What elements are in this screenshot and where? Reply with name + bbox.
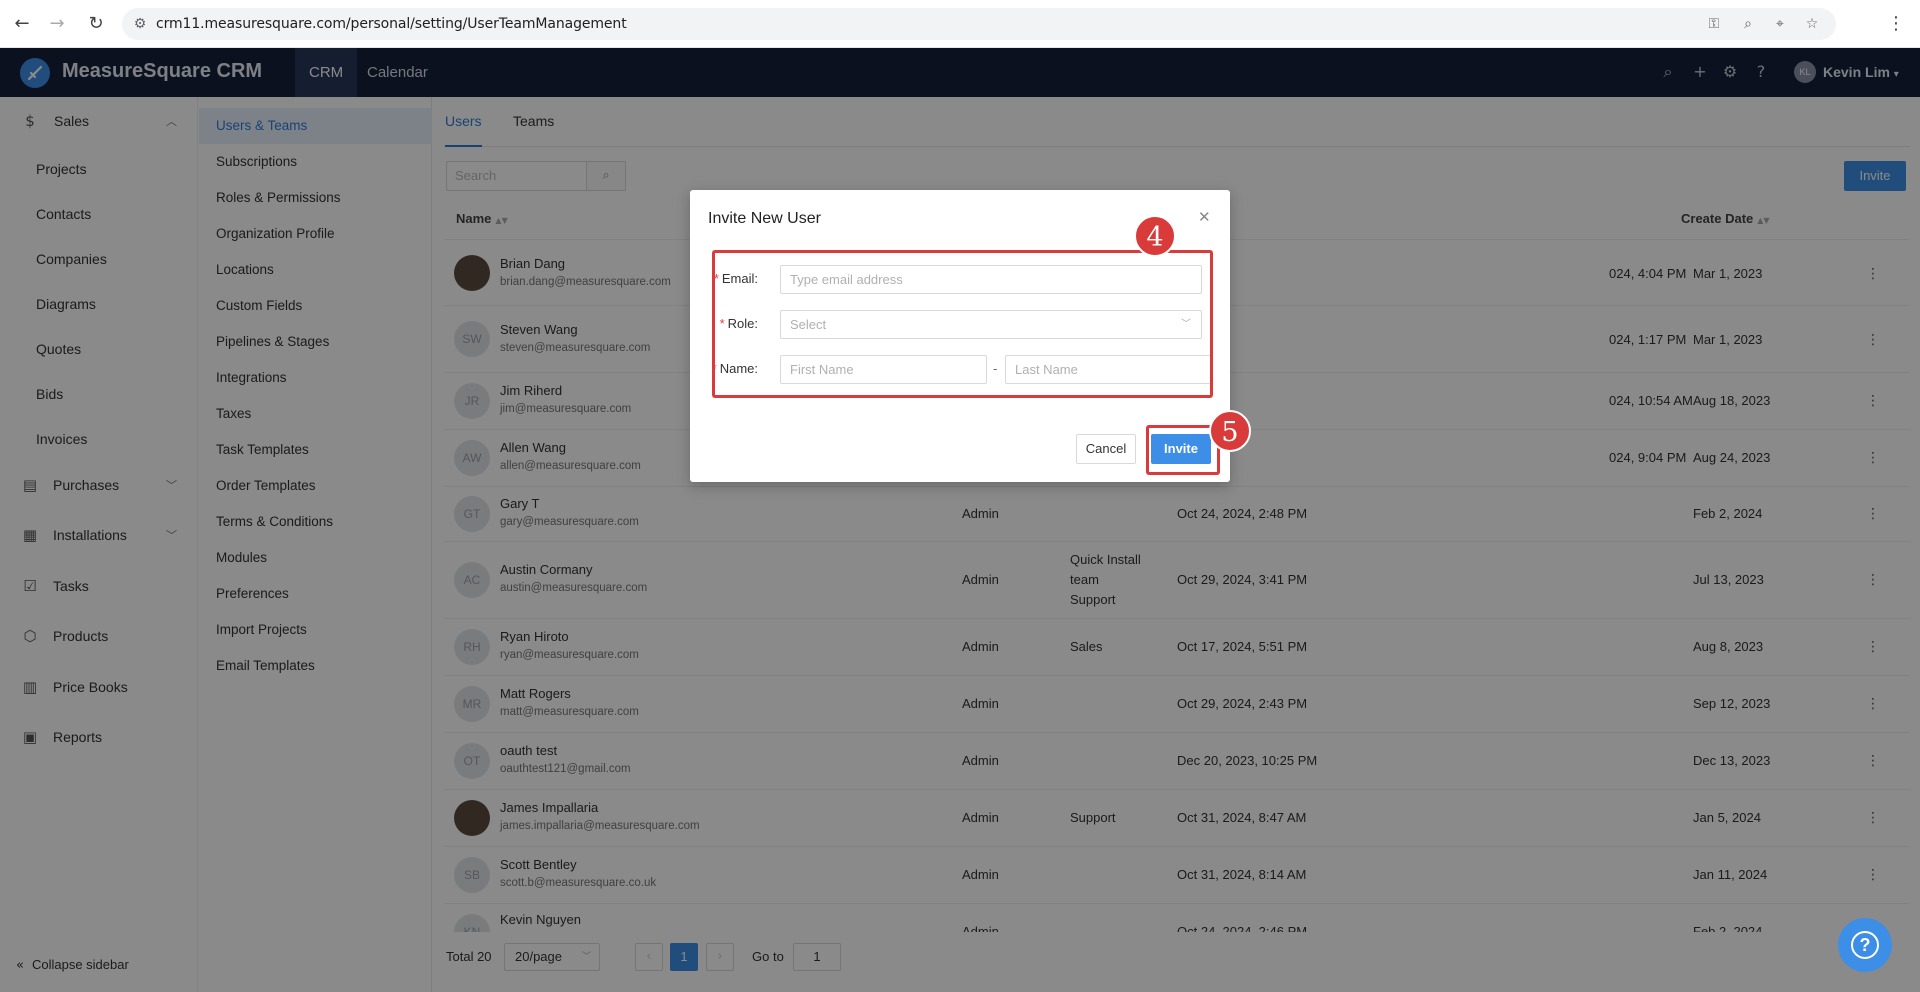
back-arrow-icon[interactable]: ← (10, 12, 34, 36)
zoom-icon[interactable]: ⌕ (1738, 14, 1758, 34)
annotation-badge-step-5: 5 (1209, 410, 1251, 452)
bookmark-star-icon[interactable]: ☆ (1802, 14, 1822, 34)
key-icon[interactable]: ⚿ (1704, 14, 1724, 34)
question-icon: ? (1851, 931, 1879, 959)
cancel-button[interactable]: Cancel (1076, 434, 1136, 464)
invite-user-modal: Invite New User ✕ * Email: Type email add… (690, 190, 1251, 482)
location-icon[interactable]: ⌖ (1770, 14, 1790, 34)
site-info-icon[interactable]: ⚙ (130, 14, 150, 34)
annotation-box-form (712, 250, 1213, 398)
modal-title: Invite New User (708, 210, 821, 227)
help-chat-button[interactable]: ? (1838, 918, 1892, 972)
reload-icon[interactable]: ↻ (84, 12, 108, 36)
address-bar[interactable]: ⚙ crm11.measuresquare.com/personal/setti… (122, 8, 1836, 40)
annotation-badge-step-4: 4 (1134, 215, 1176, 257)
browser-toolbar: ← → ↻ ⚙ crm11.measuresquare.com/personal… (0, 0, 1920, 48)
browser-menu-icon[interactable]: ⋮ (1884, 12, 1908, 36)
url-text: crm11.measuresquare.com/personal/setting… (156, 16, 627, 32)
forward-arrow-icon[interactable]: → (45, 12, 69, 36)
close-icon[interactable]: ✕ (1198, 208, 1211, 226)
